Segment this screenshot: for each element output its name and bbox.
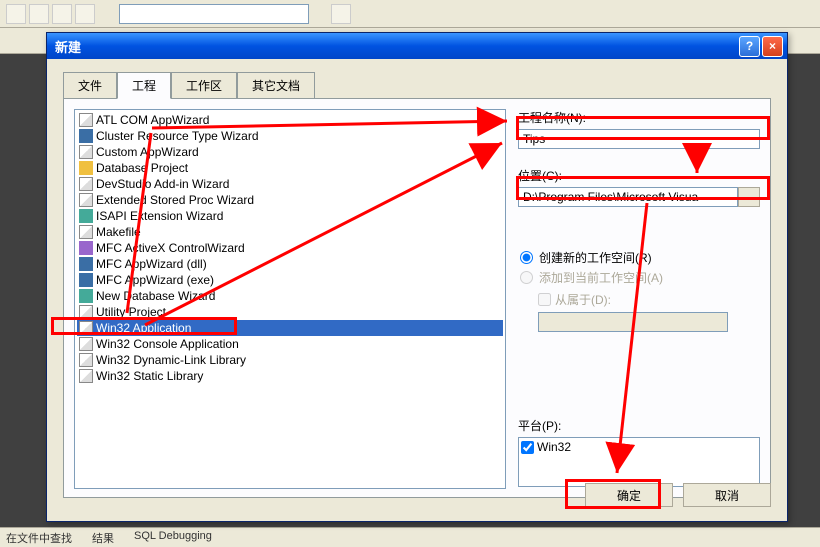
toolbar-icon[interactable] — [6, 4, 26, 24]
location-label: 位置(C): — [518, 167, 760, 184]
status-tab-2[interactable]: 结果 — [92, 530, 114, 545]
list-item[interactable]: New Database Wizard — [77, 288, 503, 304]
dialog-buttons: 确定 取消 — [585, 483, 771, 507]
project-type-icon — [79, 225, 93, 239]
dependency-checkbox — [538, 293, 551, 306]
project-type-icon — [79, 305, 93, 319]
cancel-button[interactable]: 取消 — [683, 483, 771, 507]
titlebar[interactable]: 新建 ? × — [47, 33, 787, 59]
project-type-icon — [79, 209, 93, 223]
project-type-icon — [79, 321, 93, 335]
list-item-label: DevStudio Add-in Wizard — [96, 177, 229, 191]
ok-button[interactable]: 确定 — [585, 483, 673, 507]
right-column: 工程名称(N): 位置(C): ... 创建新的工作空间(R) 添加到当前工作空… — [518, 109, 760, 487]
project-type-icon — [79, 369, 93, 383]
list-item[interactable]: MFC AppWizard (dll) — [77, 256, 503, 272]
list-item[interactable]: ISAPI Extension Wizard — [77, 208, 503, 224]
location-input[interactable] — [518, 187, 738, 207]
platform-list[interactable]: Win32 — [518, 437, 760, 487]
project-type-list[interactable]: ATL COM AppWizard Cluster Resource Type W… — [74, 109, 506, 489]
list-item[interactable]: ATL COM AppWizard — [77, 112, 503, 128]
list-item[interactable]: Database Project — [77, 160, 503, 176]
tab-strip: 文件 工程 工作区 其它文档 — [47, 59, 787, 98]
status-tab-1[interactable]: 在文件中查找 — [6, 530, 72, 545]
toolbar-combo[interactable] — [119, 4, 309, 24]
background-toolbar-1 — [0, 0, 820, 28]
dependency-label: 从属于(D): — [555, 291, 611, 308]
project-type-icon — [79, 257, 93, 271]
titlebar-text: 新建 — [55, 37, 739, 56]
list-item-label: Custom AppWizard — [96, 145, 199, 159]
project-type-icon — [79, 289, 93, 303]
list-item-label: Win32 Application — [96, 321, 191, 335]
toolbar-icon[interactable] — [331, 4, 351, 24]
list-item[interactable]: DevStudio Add-in Wizard — [77, 176, 503, 192]
project-type-icon — [79, 145, 93, 159]
tab-files[interactable]: 文件 — [63, 72, 117, 99]
list-item-label: Makefile — [96, 225, 141, 239]
project-type-icon — [79, 177, 93, 191]
new-dialog: 新建 ? × 文件 工程 工作区 其它文档 ATL COM AppWizard C… — [46, 32, 788, 522]
project-type-icon — [79, 193, 93, 207]
list-item[interactable]: Custom AppWizard — [77, 144, 503, 160]
create-new-workspace-radio[interactable] — [520, 251, 533, 264]
toolbar-icon[interactable] — [52, 4, 72, 24]
list-item-label: MFC ActiveX ControlWizard — [96, 241, 245, 255]
list-item[interactable]: Win32 Application — [77, 320, 503, 336]
workspace-radio-group: 创建新的工作空间(R) 添加到当前工作空间(A) 从属于(D): — [518, 247, 760, 332]
tab-projects[interactable]: 工程 — [117, 72, 171, 99]
list-item[interactable]: Makefile — [77, 224, 503, 240]
toolbar-icon[interactable] — [29, 4, 49, 24]
list-item[interactable]: Win32 Console Application — [77, 336, 503, 352]
list-item[interactable]: MFC ActiveX ControlWizard — [77, 240, 503, 256]
content-panel: ATL COM AppWizard Cluster Resource Type W… — [63, 98, 771, 498]
list-item-label: ATL COM AppWizard — [96, 113, 209, 127]
add-to-workspace-radio — [520, 271, 533, 284]
list-item[interactable]: MFC AppWizard (exe) — [77, 272, 503, 288]
add-to-workspace-label: 添加到当前工作空间(A) — [539, 269, 663, 286]
project-type-icon — [79, 337, 93, 351]
platform-label: 平台(P): — [518, 417, 760, 434]
list-item-label: Extended Stored Proc Wizard — [96, 193, 254, 207]
list-item[interactable]: Cluster Resource Type Wizard — [77, 128, 503, 144]
list-item-label: New Database Wizard — [96, 289, 215, 303]
project-type-icon — [79, 353, 93, 367]
list-item-label: Cluster Resource Type Wizard — [96, 129, 259, 143]
project-name-input[interactable] — [518, 129, 760, 149]
list-item[interactable]: Win32 Dynamic-Link Library — [77, 352, 503, 368]
list-item-label: Database Project — [96, 161, 188, 175]
tab-workspaces[interactable]: 工作区 — [171, 72, 237, 99]
list-item-label: Win32 Console Application — [96, 337, 239, 351]
status-tab-3[interactable]: SQL Debugging — [134, 530, 212, 545]
project-type-icon — [79, 129, 93, 143]
tab-other[interactable]: 其它文档 — [237, 72, 315, 99]
list-item[interactable]: Utility Project — [77, 304, 503, 320]
project-type-icon — [79, 113, 93, 127]
dependency-combo — [538, 312, 728, 332]
project-type-icon — [79, 161, 93, 175]
close-button[interactable]: × — [762, 36, 783, 57]
list-item-label: Win32 Static Library — [96, 369, 203, 383]
list-item-label: Utility Project — [96, 305, 166, 319]
project-type-icon — [79, 241, 93, 255]
background-status-bar: 在文件中查找 结果 SQL Debugging — [0, 527, 820, 547]
project-name-label: 工程名称(N): — [518, 109, 760, 126]
list-item-label: Win32 Dynamic-Link Library — [96, 353, 246, 367]
list-item-label: MFC AppWizard (dll) — [96, 257, 207, 271]
list-item-label: ISAPI Extension Wizard — [96, 209, 223, 223]
create-new-workspace-label: 创建新的工作空间(R) — [539, 249, 652, 266]
help-button[interactable]: ? — [739, 36, 760, 57]
list-item-label: MFC AppWizard (exe) — [96, 273, 214, 287]
platform-win32-checkbox[interactable] — [521, 441, 534, 454]
browse-button[interactable]: ... — [738, 187, 760, 207]
list-item[interactable]: Win32 Static Library — [77, 368, 503, 384]
list-item[interactable]: Extended Stored Proc Wizard — [77, 192, 503, 208]
toolbar-icon[interactable] — [75, 4, 95, 24]
dependency-check-row: 从属于(D): — [538, 291, 760, 308]
project-type-icon — [79, 273, 93, 287]
platform-item-win32[interactable]: Win32 — [521, 440, 757, 454]
